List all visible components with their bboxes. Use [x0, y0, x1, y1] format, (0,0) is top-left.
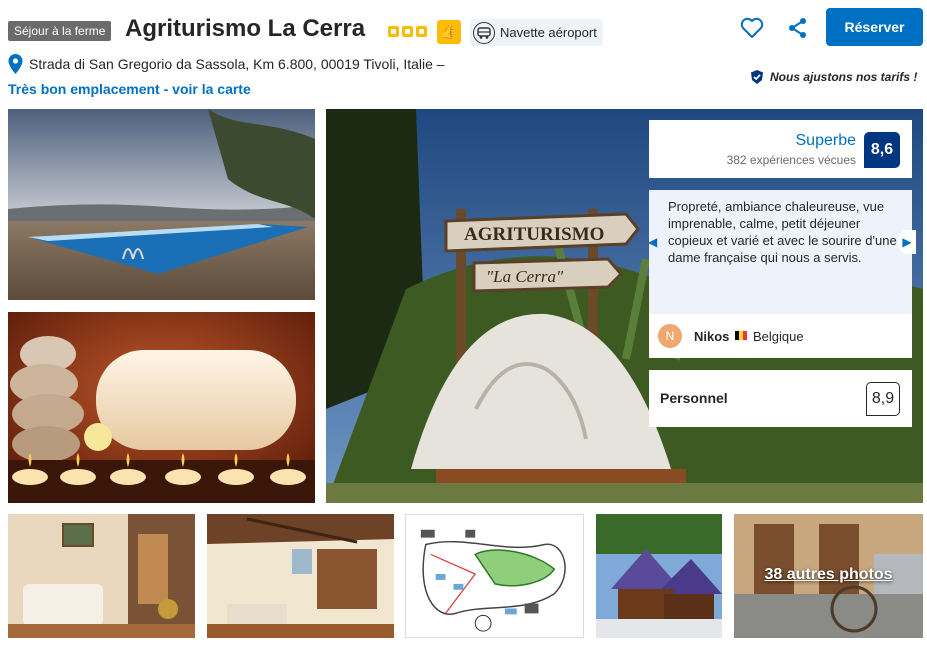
guest-review-card[interactable]: Propreté, ambiance chaleureuse, vue impr…	[649, 190, 912, 358]
save-favorite-button[interactable]	[738, 14, 766, 42]
shuttle-label: Navette aéroport	[500, 25, 597, 40]
belgium-flag-icon	[735, 331, 747, 340]
review-score-card[interactable]: Superbe 382 expériences vécues 8,6	[649, 120, 912, 178]
staff-score: 8,9	[866, 382, 900, 416]
photo-bedroom-loft[interactable]	[207, 514, 394, 638]
reserve-button[interactable]: Réserver	[826, 8, 923, 46]
map-pin-icon	[8, 54, 23, 74]
review-prev-chevron-icon[interactable]: ◀	[648, 232, 662, 252]
photo-more-gallery[interactable]: 38 autres photos	[734, 514, 923, 638]
review-count: 382 expériences vécues	[726, 153, 856, 167]
photo-pool[interactable]	[8, 109, 315, 300]
thumbs-up-icon[interactable]: 👍	[437, 20, 461, 44]
star-icon	[388, 26, 399, 37]
shuttle-bus-icon	[473, 21, 495, 44]
more-photos-link[interactable]: 38 autres photos	[734, 566, 923, 584]
hotel-title: Agriturismo La Cerra	[125, 15, 366, 42]
reviewer-country: Belgique	[753, 329, 804, 344]
score-badge: 8,6	[864, 132, 900, 168]
photo-living-room[interactable]	[8, 514, 195, 638]
star-rating	[388, 26, 427, 37]
review-next-chevron-icon[interactable]: ▶	[898, 230, 916, 254]
price-note-label: Nous ajustons nos tarifs !	[770, 70, 918, 84]
sign-label-main: AGRITURISMO	[464, 224, 604, 245]
photo-chalets[interactable]	[596, 514, 722, 638]
sign-label-sub: "La Cerra"	[486, 267, 564, 286]
star-icon	[416, 26, 427, 37]
share-icon	[789, 18, 806, 38]
review-text: Propreté, ambiance chaleureuse, vue impr…	[668, 199, 897, 265]
property-type-badge: Séjour à la ferme	[8, 21, 112, 41]
avatar: N	[658, 324, 682, 348]
airport-shuttle-badge[interactable]: Navette aéroport	[470, 19, 603, 46]
staff-score-card: Personnel 8,9	[649, 370, 912, 427]
share-button[interactable]	[786, 16, 810, 40]
photo-spa-towel-candles[interactable]	[8, 312, 315, 503]
reviewer-name: Nikos	[694, 329, 730, 344]
staff-label: Personnel	[660, 390, 728, 406]
address: Strada di San Gregorio da Sassola, Km 6.…	[29, 56, 445, 72]
reviewer-info: N Nikos Belgique	[649, 314, 912, 358]
score-word: Superbe	[795, 132, 857, 149]
price-match-note[interactable]: Nous ajustons nos tarifs !	[749, 69, 917, 85]
location-map-link[interactable]: Très bon emplacement - voir la carte	[8, 81, 251, 97]
shield-check-icon	[751, 70, 763, 84]
photo-site-map[interactable]	[405, 514, 584, 638]
star-icon	[402, 26, 413, 37]
heart-icon	[740, 17, 764, 38]
